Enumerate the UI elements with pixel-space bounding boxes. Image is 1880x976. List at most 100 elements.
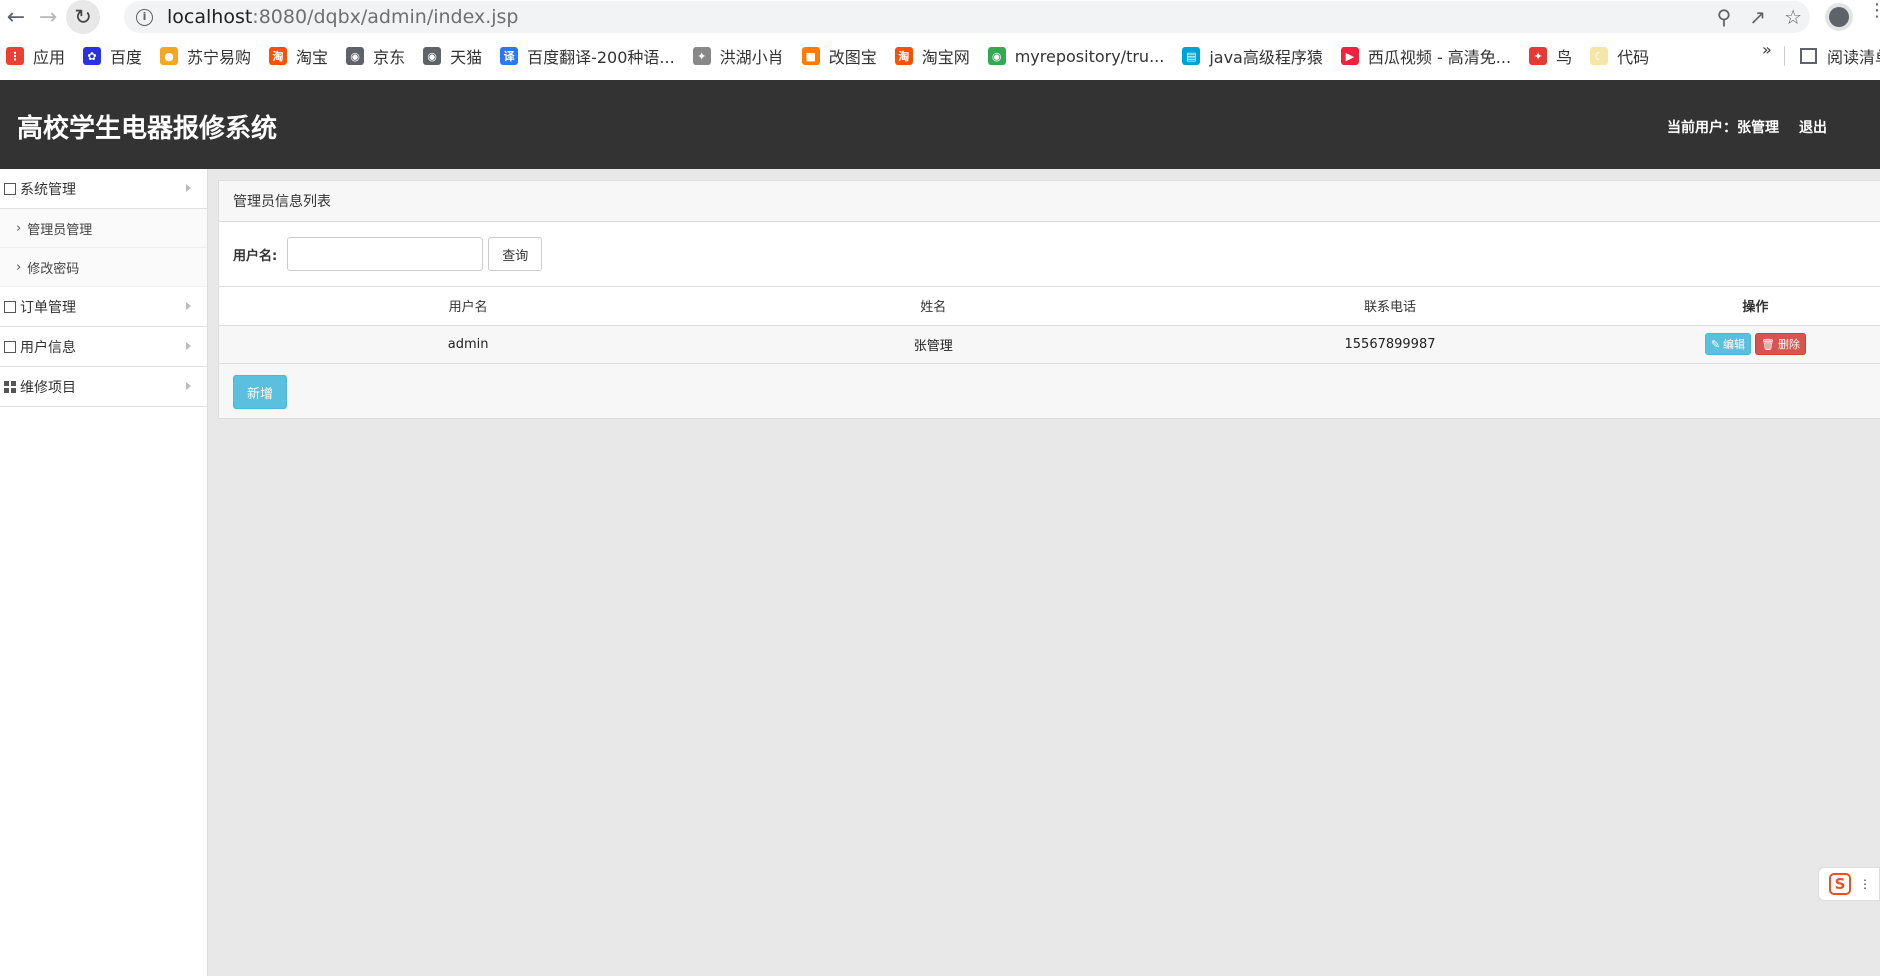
bookmark-item[interactable]: 淘淘宝 [269,44,328,68]
bookmark-label: 天猫 [450,48,483,67]
bookmark-label: 西瓜视频 - 高清免... [1367,48,1512,67]
sidebar-group-repair-items[interactable]: 维修项目 [0,367,207,407]
list-icon [4,300,16,313]
reading-list-icon [1800,48,1817,64]
ime-more-icon[interactable]: ⋮ [1859,877,1871,891]
col-header-actions: 操作 [1630,287,1880,326]
suning-lion-icon: ● [160,47,179,65]
bookmark-item[interactable]: ◉ 天猫 [423,44,482,68]
url-host: localhost [167,6,253,28]
bookmark-item[interactable]: ✦ 洪湖小肖 [692,44,784,68]
reload-icon[interactable]: ↻ [66,0,100,34]
app-header: 高校学生电器报修系统 当前用户：张管理 退出 [0,80,1880,169]
bookmark-label: 应用 [33,48,66,67]
gaitubao-icon: ■ [801,47,820,65]
sidebar-group-label: 维修项目 [20,379,76,396]
edit-button[interactable]: ✎ 编辑 [1704,333,1752,355]
grid-icon [4,380,16,393]
edit-icon: ✎ [1710,338,1721,351]
site-info-icon[interactable]: i [136,8,153,26]
bookmarks-divider [1784,46,1785,66]
bookmark-label: 百度 [110,48,143,67]
search-form: 用户名: 查询 [219,222,1880,287]
sidebar-group-label: 用户信息 [20,339,76,356]
table-row: admin 张管理 15567899987 ✎ 编辑 🗑 删除 [219,325,1880,364]
moon-icon: ☾ [1590,47,1609,65]
bookmark-item[interactable]: ■ 改图宝 [801,44,877,68]
bookmark-label: 洪湖小肖 [719,48,784,67]
bookmark-item[interactable]: ▤ java高级程序猿 [1182,44,1323,68]
trash-icon: 🗑 [1761,338,1776,351]
bird-icon: ✦ [692,47,711,65]
admin-table: 用户名 姓名 联系电话 操作 admin 张管理 15567899987 ✎ 编辑… [219,287,1880,364]
url-text[interactable]: localhost:8080/dqbx/admin/index.jsp [167,6,518,28]
sidebar-group-users[interactable]: 用户信息 [0,327,207,367]
bookmark-label: 京东 [373,48,406,67]
baidu-paw-icon: ✿ [83,47,102,65]
col-header-phone: 联系电话 [1149,287,1631,326]
globe-icon: ◉ [423,47,442,65]
bookmark-item[interactable]: ● 苏宁易购 [160,44,251,68]
bookmark-item[interactable]: ▶ 西瓜视频 - 高清免... [1340,44,1512,68]
bookmark-item[interactable]: ⋮ 应用 [6,44,65,68]
admin-list-panel: 管理员信息列表 用户名: 查询 用户名 姓名 联系电话 操作 admin 张管理… [218,180,1880,419]
bookmark-label: 改图宝 [828,48,877,67]
share-icon[interactable]: ↗ [1749,5,1766,29]
sidebar: 系统管理 › 管理员管理 › 修改密码 订单管理 用户信息 维修项目 [0,169,208,976]
bookmark-label: myrepository/tru... [1014,46,1165,66]
chevron-right-icon [186,302,191,310]
profile-avatar-icon[interactable] [1825,3,1853,31]
app-title: 高校学生电器报修系统 [17,114,278,144]
bilibili-icon: ▤ [1182,47,1201,65]
address-bar[interactable]: i localhost:8080/dqbx/admin/index.jsp ⚲ … [124,1,1810,33]
sidebar-item-label: 管理员管理 [27,222,93,238]
taobao-icon: 淘 [269,47,288,65]
username-search-input[interactable] [287,237,484,271]
bookmarks-overflow-icon[interactable]: » [1762,40,1772,59]
sogou-ime-icon[interactable]: S [1829,873,1851,895]
zoom-icon[interactable]: ⚲ [1717,5,1732,29]
bookmark-label: 淘宝 [296,48,329,67]
logout-link[interactable]: 退出 [1799,117,1827,137]
taobao-icon: 淘 [894,47,913,65]
url-path: :8080/dqbx/admin/index.jsp [252,6,519,28]
sidebar-group-system[interactable]: 系统管理 [0,169,207,209]
bookmark-item[interactable]: ✦ 鸟 [1529,44,1572,68]
bookmark-star-icon[interactable]: ☆ [1784,5,1802,29]
sidebar-group-label: 订单管理 [20,299,76,316]
sidebar-group-orders[interactable]: 订单管理 [0,287,207,327]
bookmark-label: java高级程序猿 [1209,48,1323,67]
globe-icon: ◉ [346,47,365,65]
sidebar-item-change-password[interactable]: › 修改密码 [0,248,207,287]
delete-button[interactable]: 🗑 删除 [1755,333,1807,355]
panel-title: 管理员信息列表 [219,181,1880,222]
bookmark-item[interactable]: ◉ myrepository/tru... [987,46,1165,66]
bookmark-item[interactable]: ◉ 京东 [346,44,405,68]
bookmark-item[interactable]: 译百度翻译-200种语... [500,44,675,68]
chevron-right-icon: › [16,259,22,275]
query-button[interactable]: 查询 [488,237,543,271]
chrome-icon: ◉ [987,47,1006,65]
browser-menu-icon[interactable]: ⋮ [1868,2,1880,20]
search-label: 用户名: [233,248,278,264]
table-header-row: 用户名 姓名 联系电话 操作 [219,287,1880,326]
add-button[interactable]: 新增 [233,375,287,409]
reading-list-button[interactable]: 阅读清单 [1800,40,1880,72]
bookmark-item[interactable]: 淘淘宝网 [894,44,970,68]
cell-name: 张管理 [717,325,1150,364]
forward-arrow-icon[interactable]: → [32,1,64,33]
delete-label: 删除 [1778,339,1801,351]
list-icon [4,182,16,195]
back-arrow-icon[interactable]: ← [0,1,32,33]
bookmarks-bar: ⋮ 应用 ✿ 百度 ● 苏宁易购淘淘宝 ◉ 京东 ◉ 天猫译百度翻译-200种语... ✦ 洪湖小肖 ■… [0,40,1880,72]
cell-username: admin [219,325,718,364]
sidebar-item-label: 修改密码 [27,261,80,277]
bookmark-item[interactable]: ✿ 百度 [83,44,142,68]
edit-label: 编辑 [1723,339,1746,351]
cell-actions: ✎ 编辑 🗑 删除 [1630,325,1880,364]
chevron-right-icon: › [16,220,22,236]
ime-toolbar[interactable]: S ⋮ [1818,867,1880,901]
sidebar-item-admin-manage[interactable]: › 管理员管理 [0,209,207,248]
bookmark-item[interactable]: ☾ 代码 [1590,44,1649,68]
bookmark-label: 百度翻译-200种语... [527,48,675,67]
